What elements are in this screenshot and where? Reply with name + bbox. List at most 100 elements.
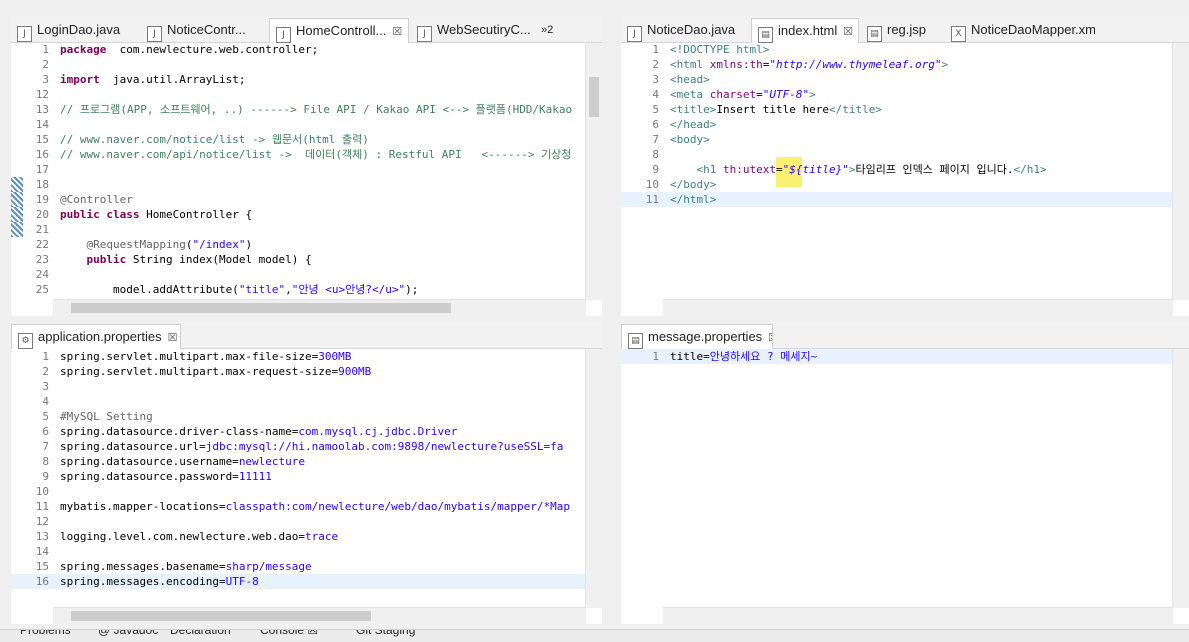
- code-line[interactable]: 7 <body>: [621, 132, 1189, 147]
- tab-noticedaomapper[interactable]: X NoticeDaoMapper.xml: [945, 18, 1095, 42]
- scrollbar-thumb[interactable]: [71, 303, 451, 313]
- vertical-scrollbar[interactable]: [1172, 43, 1189, 300]
- code-line[interactable]: 11 </html>: [621, 192, 1189, 207]
- tab-application-properties[interactable]: ⚙ application.properties ☒: [11, 324, 181, 349]
- code-token: ): [245, 238, 253, 251]
- code-line[interactable]: 3: [11, 379, 602, 394]
- horizontal-scrollbar[interactable]: [53, 299, 586, 316]
- code-line[interactable]: 1 <!DOCTYPE html>: [621, 42, 1189, 57]
- code-line[interactable]: 7 spring.datasource.url=jdbc:mysql://hi.n…: [11, 439, 602, 454]
- scrollbar-thumb[interactable]: [71, 611, 371, 621]
- code-line[interactable]: 10 </body>: [621, 177, 1189, 192]
- close-icon[interactable]: ☒: [843, 26, 853, 38]
- code-token: import: [60, 73, 100, 86]
- tab-websecurityconfig[interactable]: J WebSecutiryC...: [411, 18, 535, 42]
- tab-javadoc[interactable]: @ Javadoc: [98, 630, 158, 639]
- code-line[interactable]: 1 spring.servlet.multipart.max-file-size=…: [11, 349, 602, 364]
- code-line[interactable]: 14: [11, 117, 602, 132]
- java-code-area[interactable]: 1 package com.newlecture.web.controller; 2…: [11, 43, 602, 316]
- tab-overflow-button[interactable]: »2: [541, 18, 571, 42]
- code-line[interactable]: 2 spring.servlet.multipart.max-request-si…: [11, 364, 602, 379]
- line-number: 4: [652, 88, 659, 101]
- code-line[interactable]: 15 // www.naver.com/notice/list -> 웹문서(ht…: [11, 132, 602, 147]
- bottom-view-tabbar: Problems @ Javadoc Declaration Console ☒…: [0, 629, 1189, 642]
- application-properties-code-area[interactable]: 1 spring.servlet.multipart.max-file-size=…: [11, 349, 602, 624]
- code-line[interactable]: 4: [11, 394, 602, 409]
- line-number: 23: [35, 253, 49, 266]
- change-marker: [11, 177, 23, 192]
- vertical-scrollbar[interactable]: [585, 43, 602, 300]
- message-properties-code-area[interactable]: 1 title=안녕하세요 ? 메세지~: [621, 349, 1189, 624]
- tab-noticecontroller[interactable]: J NoticeContr...: [141, 18, 265, 42]
- code-line[interactable]: 11 mybatis.mapper-locations=classpath:com…: [11, 499, 602, 514]
- code-line[interactable]: 2: [11, 57, 602, 72]
- code-line[interactable]: 17: [11, 162, 602, 177]
- scrollbar-thumb[interactable]: [589, 77, 599, 117]
- vertical-scrollbar[interactable]: [585, 349, 602, 608]
- vertical-scrollbar[interactable]: [1172, 349, 1189, 608]
- code-line[interactable]: 13 logging.level.com.newlecture.web.dao=t…: [11, 529, 602, 544]
- tab-noticedao[interactable]: J NoticeDao.java: [621, 18, 749, 42]
- code-line[interactable]: 23 public String index(Model model) {: [11, 252, 602, 267]
- close-icon[interactable]: ☒: [768, 332, 772, 344]
- tab-reg-jsp[interactable]: ▤ reg.jsp: [861, 18, 943, 42]
- code-line[interactable]: 3 import java.util.ArrayList;: [11, 72, 602, 87]
- code-line[interactable]: 12: [11, 514, 602, 529]
- code-line[interactable]: 18: [11, 177, 602, 192]
- code-line[interactable]: 6 </head>: [621, 117, 1189, 132]
- code-line[interactable]: 4 <meta charset="UTF-8">: [621, 87, 1189, 102]
- line-number: 12: [35, 88, 49, 101]
- tab-label: message.properties: [648, 329, 763, 344]
- code-line[interactable]: 8 spring.datasource.username=newlecture: [11, 454, 602, 469]
- tab-declaration[interactable]: Declaration: [170, 630, 231, 639]
- code-line[interactable]: 20 public class HomeController {: [11, 207, 602, 222]
- code-text: public class HomeController {: [60, 207, 252, 222]
- code-line[interactable]: 15 spring.messages.basename=sharp/message: [11, 559, 602, 574]
- tab-homecontroller[interactable]: J HomeControll... ☒: [269, 18, 409, 43]
- horizontal-scrollbar[interactable]: [663, 607, 1173, 624]
- horizontal-scrollbar[interactable]: [53, 607, 586, 624]
- code-line[interactable]: 8: [621, 147, 1189, 162]
- close-icon[interactable]: ☒: [168, 332, 178, 344]
- change-marker: [11, 222, 23, 237]
- code-line[interactable]: 16 // www.naver.com/api/notice/list -> 데이…: [11, 147, 602, 162]
- code-line[interactable]: 6 spring.datasource.driver-class-name=com…: [11, 424, 602, 439]
- code-line[interactable]: 2 <html xmlns:th="http://www.thymeleaf.or…: [621, 57, 1189, 72]
- code-line[interactable]: 5 #MySQL Setting: [11, 409, 602, 424]
- code-line[interactable]: 22 @RequestMapping("/index"): [11, 237, 602, 252]
- code-text: <html xmlns:th="http://www.thymeleaf.org…: [670, 57, 948, 72]
- tab-index-html[interactable]: ▤ index.html ☒: [751, 18, 859, 43]
- html-code-area[interactable]: 1 <!DOCTYPE html> 2 <html xmlns:th="http://…: [621, 43, 1189, 316]
- code-text: spring.servlet.multipart.max-file-size=3…: [60, 349, 351, 364]
- tab-problems[interactable]: Problems: [20, 630, 71, 639]
- code-token: "안녕 <u>안녕?</u>": [291, 283, 406, 296]
- code-line[interactable]: 21: [11, 222, 602, 237]
- java-file-icon: J: [17, 26, 32, 42]
- code-line[interactable]: 9 <h1 th:utext="${title}">타임리프 인덱스 페이지 입…: [621, 162, 1189, 177]
- message-properties-tabbar: ▤ message.properties ☒: [621, 322, 1189, 349]
- code-token: <h1: [670, 163, 723, 176]
- code-line[interactable]: 24: [11, 267, 602, 282]
- tab-console[interactable]: Console ☒: [260, 630, 318, 639]
- code-line[interactable]: 14: [11, 544, 602, 559]
- horizontal-scrollbar[interactable]: [663, 299, 1173, 316]
- tab-logindao[interactable]: J LoginDao.java: [11, 18, 129, 42]
- close-icon[interactable]: ☒: [392, 26, 402, 38]
- code-line[interactable]: 1 title=안녕하세요 ? 메세지~: [621, 349, 1189, 364]
- code-line[interactable]: 1 package com.newlecture.web.controller;: [11, 42, 602, 57]
- line-number: 4: [42, 395, 49, 408]
- tab-label: index.html: [778, 23, 838, 38]
- code-line[interactable]: 9 spring.datasource.password=11111: [11, 469, 602, 484]
- code-text: logging.level.com.newlecture.web.dao=tra…: [60, 529, 338, 544]
- code-line[interactable]: 3 <head>: [621, 72, 1189, 87]
- code-line[interactable]: 25 model.addAttribute("title","안녕 <u>안녕?…: [11, 282, 602, 297]
- code-line[interactable]: 13 // 프로그램(APP, 소프트웨어, ..) ------> File A…: [11, 102, 602, 117]
- tab-git-staging[interactable]: Git Staging: [356, 630, 415, 639]
- code-line[interactable]: 10: [11, 484, 602, 499]
- application-properties-pane: ⚙ application.properties ☒ 1 spring.servlet…: [11, 322, 602, 624]
- code-line[interactable]: 19 @Controller: [11, 192, 602, 207]
- code-line[interactable]: 5 <title>Insert title here</title>: [621, 102, 1189, 117]
- code-line[interactable]: 16 spring.messages.encoding=UTF-8: [11, 574, 602, 589]
- code-line[interactable]: 12: [11, 87, 602, 102]
- tab-message-properties[interactable]: ▤ message.properties ☒: [621, 324, 773, 349]
